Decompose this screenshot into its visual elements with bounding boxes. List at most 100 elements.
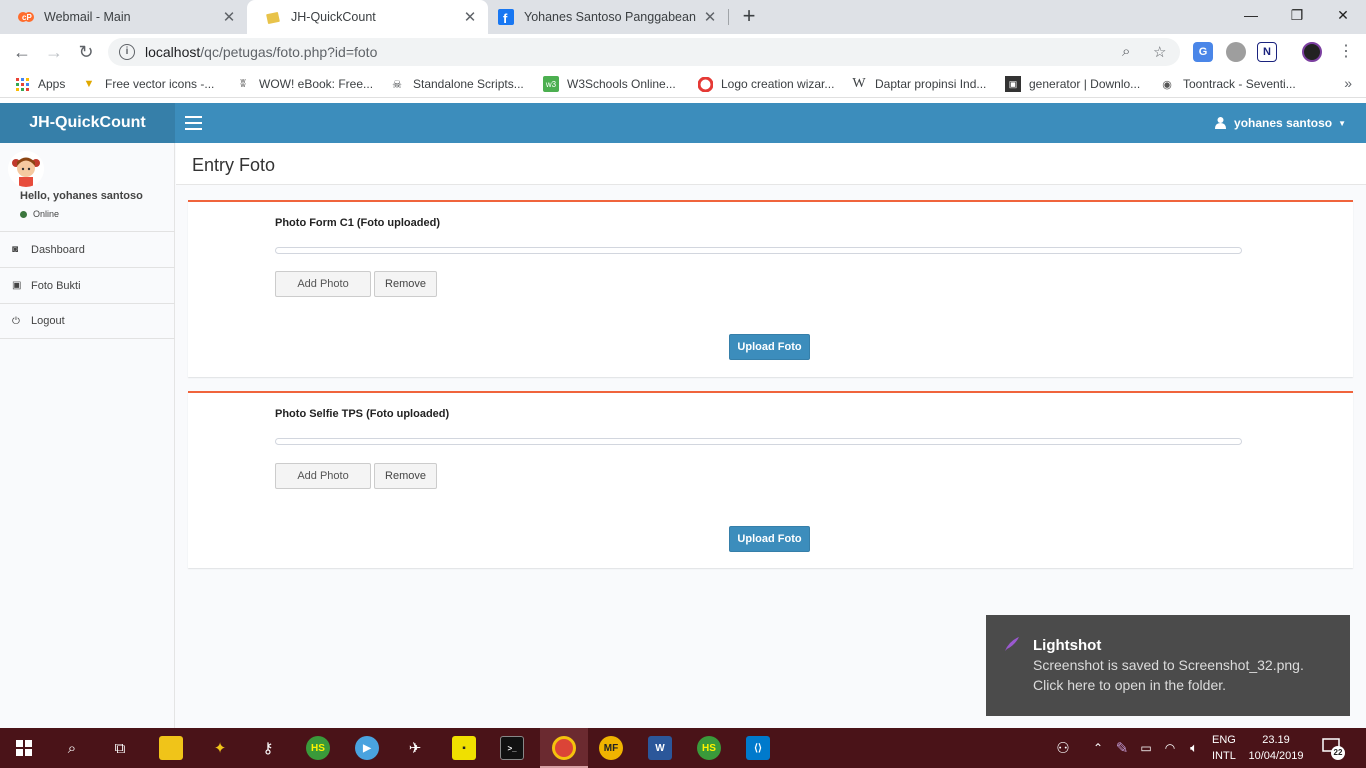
hs-app-icon-2[interactable]: HS — [697, 736, 721, 760]
reload-icon[interactable]: ↻ — [74, 41, 98, 65]
bookmark-apps[interactable]: Apps — [14, 75, 65, 93]
language-indicator[interactable]: ENG INTL — [1212, 732, 1236, 764]
status-text: Online — [33, 209, 60, 219]
sidebar-toggle-icon[interactable] — [185, 116, 202, 130]
upload-foto-button[interactable]: Upload Foto — [729, 526, 810, 552]
bookmark-w3schools[interactable]: w3 W3Schools Online... — [543, 75, 676, 93]
clock[interactable]: 23.19 10/04/2019 — [1246, 732, 1306, 764]
close-window-button[interactable]: ✕ — [1320, 0, 1366, 30]
tab-title: JH-QuickCount — [291, 10, 376, 24]
add-photo-button[interactable]: Add Photo — [275, 271, 371, 297]
file-explorer-icon[interactable] — [159, 736, 183, 760]
status-dot-icon — [20, 210, 27, 218]
sidebar-item-label: Foto Bukti — [31, 279, 81, 292]
tab-close-icon[interactable]: ✕ — [219, 8, 239, 26]
chrome-icon[interactable] — [552, 736, 576, 760]
photo-form-c1-box: Photo Form C1 (Foto uploaded) Add Photo … — [188, 200, 1353, 377]
bookmark-toontrack[interactable]: ◉ Toontrack - Seventi... — [1159, 75, 1296, 93]
folder-favicon-icon — [265, 9, 281, 25]
bookmark-generator[interactable]: ▣ generator | Downlo... — [1005, 75, 1140, 93]
search-icon[interactable]: ⌕ — [60, 736, 84, 760]
bookmarks-more-icon[interactable]: » — [1344, 75, 1352, 91]
clock-time: 23.19 — [1262, 734, 1290, 746]
url-host: localhost — [145, 44, 201, 60]
vscode-icon[interactable]: ⟨⟩ — [746, 736, 770, 760]
forward-arrow-icon[interactable]: → — [42, 41, 66, 65]
tray-expand-icon[interactable]: ⌃ — [1086, 736, 1110, 760]
profile-avatar-icon[interactable] — [1302, 42, 1322, 62]
windows-taskbar: ⌕ ⧉ ✦ ⚷ HS ▶ ✈ ▪ >_ MF W HS ⟨⟩ ⚇ ⌃ ✎ ▭ ◠… — [0, 728, 1366, 768]
battery-icon[interactable]: ▭ — [1134, 736, 1158, 760]
tab-close-icon[interactable]: ✕ — [460, 8, 480, 26]
svg-text:f: f — [503, 11, 508, 25]
back-arrow-icon[interactable]: ← — [10, 41, 34, 65]
user-icon — [1215, 117, 1227, 129]
facebook-icon: f — [498, 9, 514, 25]
people-icon[interactable]: ⚇ — [1051, 736, 1075, 760]
remove-button[interactable]: Remove — [374, 271, 437, 297]
tab-jh-quickcount[interactable]: JH-QuickCount ✕ — [247, 0, 488, 34]
bookmark-daptar-propinsi[interactable]: W Daptar propinsi Ind... — [851, 75, 986, 93]
add-photo-button[interactable]: Add Photo — [275, 463, 371, 489]
site-info-icon[interactable]: i — [119, 44, 135, 60]
magic-wand-icon[interactable]: ✦ — [208, 736, 232, 760]
tab-webmail[interactable]: cP Webmail - Main ✕ — [0, 0, 247, 34]
mf-app-icon[interactable]: MF — [599, 736, 623, 760]
bookmark-wow-ebook[interactable]: ʬ WOW! eBook: Free... — [235, 75, 373, 93]
form-title: Photo Form C1 (Foto uploaded) — [275, 217, 440, 229]
wow-icon: ʬ — [240, 78, 246, 90]
sidebar-item-dashboard[interactable]: ◙ Dashboard — [0, 231, 175, 267]
wifi-icon[interactable]: ◠ — [1158, 736, 1182, 760]
browser-menu-icon[interactable]: ⋮ — [1334, 41, 1358, 65]
task-view-icon[interactable]: ⧉ — [108, 736, 132, 760]
tab-facebook[interactable]: f Yohanes Santoso Panggabean ✕ — [488, 0, 728, 34]
brand-logo[interactable]: JH-QuickCount — [0, 103, 175, 143]
browser-tab-strip: cP Webmail - Main ✕ JH-QuickCount ✕ f Yo… — [0, 0, 1366, 34]
volume-icon[interactable]: 🔈︎ — [1182, 736, 1206, 760]
notification-title: Lightshot — [1033, 637, 1102, 654]
bookmark-label: W3Schools Online... — [567, 77, 676, 91]
media-player-icon[interactable]: ▶ — [355, 736, 379, 760]
action-center-icon[interactable]: 22 — [1322, 738, 1345, 760]
tab-separator — [728, 9, 729, 25]
bookmark-free-vector-icons[interactable]: ▼ Free vector icons -... — [81, 75, 215, 93]
hs-app-icon[interactable]: HS — [306, 736, 330, 760]
word-icon[interactable]: W — [648, 736, 672, 760]
sidebar-item-logout[interactable]: ⏻ Logout — [0, 303, 175, 339]
lightshot-notification[interactable]: Lightshot Screenshot is saved to Screens… — [986, 615, 1350, 716]
user-menu[interactable]: yohanes santoso ▼ — [1215, 103, 1346, 143]
logo-wizard-icon — [697, 76, 713, 92]
terminal-icon[interactable]: >_ — [500, 736, 524, 760]
upload-progress-bar — [275, 247, 1242, 254]
lightshot-tray-icon[interactable]: ✎ — [1110, 736, 1134, 760]
minimize-button[interactable]: — — [1228, 0, 1274, 30]
bookmarks-bar: Apps ▼ Free vector icons -... ʬ WOW! eBo… — [0, 70, 1366, 98]
remove-button[interactable]: Remove — [374, 463, 437, 489]
bird-app-icon[interactable]: ✈ — [403, 736, 427, 760]
bookmark-standalone-scripts[interactable]: ☠ Standalone Scripts... — [389, 75, 524, 93]
upload-foto-button[interactable]: Upload Foto — [729, 334, 810, 360]
power-icon: ⏻ — [12, 315, 20, 327]
windows-start-icon[interactable] — [12, 736, 36, 760]
caret-down-icon: ▼ — [1338, 118, 1346, 128]
camera-icon: ▣ — [12, 280, 22, 291]
key-icon[interactable]: ⚷ — [256, 736, 280, 760]
bookmark-logo-creation[interactable]: Logo creation wizar... — [697, 75, 834, 93]
translate-extension-icon[interactable]: G — [1193, 42, 1213, 62]
ghost-extension-icon[interactable] — [1226, 42, 1246, 62]
page-title: Entry Foto — [192, 155, 276, 175]
clock-date: 10/04/2019 — [1248, 750, 1304, 762]
bookmark-star-icon[interactable]: ☆ — [1153, 43, 1166, 61]
sidebar-item-foto-bukti[interactable]: ▣ Foto Bukti — [0, 267, 175, 303]
maximize-button[interactable]: ❐ — [1274, 0, 1320, 30]
dashboard-icon: ◙ — [12, 244, 19, 255]
new-tab-button[interactable]: + — [737, 4, 761, 28]
url-text[interactable]: localhost/qc/petugas/foto.php?id=foto — [145, 44, 377, 60]
url-path: /qc/petugas/foto.php?id=foto — [200, 44, 378, 60]
notification-message: Screenshot is saved to Screenshot_32.png… — [1033, 657, 1304, 673]
n-extension-icon[interactable]: N — [1257, 42, 1277, 62]
sticky-notes-icon[interactable]: ▪ — [452, 736, 476, 760]
address-bar[interactable]: i localhost/qc/petugas/foto.php?id=foto … — [108, 38, 1180, 66]
tab-close-icon[interactable]: ✕ — [700, 8, 720, 26]
zoom-icon[interactable]: ⌕ — [1122, 43, 1130, 60]
